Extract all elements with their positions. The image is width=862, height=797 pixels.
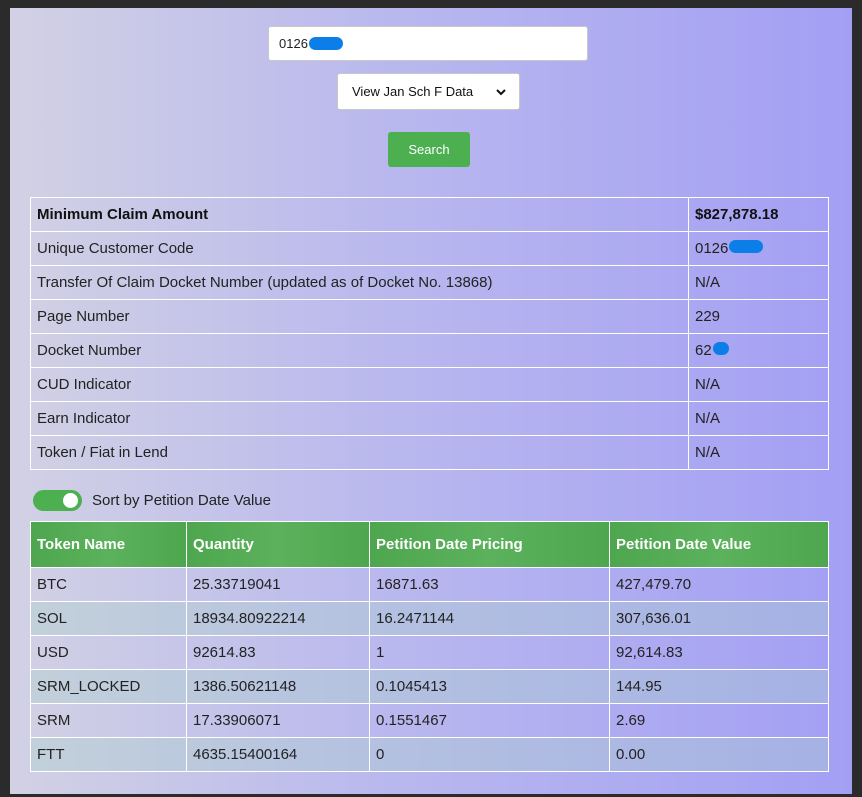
token-name-cell: SRM_LOCKED: [30, 669, 187, 704]
info-value-cell: N/A: [688, 401, 829, 436]
quantity-cell: 17.33906071: [186, 703, 370, 738]
value-cell: 92,614.83: [609, 635, 829, 670]
info-row: Unique Customer Code 0126: [30, 231, 829, 266]
info-label: Unique Customer Code: [30, 231, 689, 266]
token-name-cell: USD: [30, 635, 187, 670]
pricing-cell: 16871.63: [369, 567, 610, 602]
info-value-cell: 229: [688, 299, 829, 334]
info-value: N/A: [695, 444, 721, 461]
sort-toggle-label: Sort by Petition Date Value: [92, 492, 271, 509]
redaction-mark: [729, 240, 764, 253]
info-value-cell: 62: [688, 333, 829, 368]
value-cell: 307,636.01: [609, 601, 829, 636]
token-table-header-row: Token Name Quantity Petition Date Pricin…: [30, 521, 829, 568]
info-row: Earn Indicator N/A: [30, 401, 829, 436]
info-label: Minimum Claim Amount: [30, 197, 689, 232]
info-row: Minimum Claim Amount $827,878.18: [30, 197, 829, 232]
token-row: BTC 25.33719041 16871.63 427,479.70: [30, 567, 829, 602]
info-label: Token / Fiat in Lend: [30, 435, 689, 470]
page: 0126 View Jan Sch F Data Search Minimum …: [10, 8, 852, 794]
search-button[interactable]: Search: [388, 132, 470, 167]
toggle-knob: [63, 493, 78, 508]
info-value-cell: N/A: [688, 435, 829, 470]
value-cell: 144.95: [609, 669, 829, 704]
header-petition-date-pricing[interactable]: Petition Date Pricing: [369, 521, 610, 568]
quantity-cell: 4635.15400164: [186, 737, 370, 772]
info-value: $827,878.18: [695, 206, 779, 223]
info-label: Earn Indicator: [30, 401, 689, 436]
token-row: USD 92614.83 1 92,614.83: [30, 635, 829, 670]
dataset-select[interactable]: View Jan Sch F Data: [337, 73, 520, 110]
info-row: Transfer Of Claim Docket Number (updated…: [30, 265, 829, 300]
token-name-cell: SRM: [30, 703, 187, 738]
info-value: N/A: [695, 410, 721, 427]
header-quantity[interactable]: Quantity: [186, 521, 370, 568]
info-value-cell: N/A: [688, 265, 829, 300]
quantity-cell: 1386.50621148: [186, 669, 370, 704]
sort-toggle-switch[interactable]: [33, 490, 82, 511]
info-row: Page Number 229: [30, 299, 829, 334]
token-name-cell: BTC: [30, 567, 187, 602]
token-row: SRM_LOCKED 1386.50621148 0.1045413 144.95: [30, 669, 829, 704]
info-value-cell: N/A: [688, 367, 829, 402]
sort-toggle-row: Sort by Petition Date Value: [33, 490, 271, 511]
info-value: N/A: [695, 274, 721, 291]
info-value: 229: [695, 308, 721, 325]
header-petition-date-value[interactable]: Petition Date Value: [609, 521, 829, 568]
info-label: Transfer Of Claim Docket Number (updated…: [30, 265, 689, 300]
info-row: Token / Fiat in Lend N/A: [30, 435, 829, 470]
token-name-cell: SOL: [30, 601, 187, 636]
info-value: 0126: [695, 240, 729, 257]
header-token-name[interactable]: Token Name: [30, 521, 187, 568]
redaction-mark: [712, 342, 729, 355]
info-label: CUD Indicator: [30, 367, 689, 402]
value-cell: 2.69: [609, 703, 829, 738]
info-value-cell: $827,878.18: [688, 197, 829, 232]
search-input-value: 0126: [279, 36, 308, 51]
info-row: CUD Indicator N/A: [30, 367, 829, 402]
pricing-cell: 1: [369, 635, 610, 670]
info-row: Docket Number 62: [30, 333, 829, 368]
redaction-mark: [308, 37, 343, 50]
info-label: Docket Number: [30, 333, 689, 368]
pricing-cell: 0: [369, 737, 610, 772]
value-cell: 427,479.70: [609, 567, 829, 602]
info-value: N/A: [695, 376, 721, 393]
info-value-cell: 0126: [688, 231, 829, 266]
claim-info-table: Minimum Claim Amount $827,878.18 Unique Cu…: [30, 197, 829, 470]
info-value: 62: [695, 342, 712, 359]
pricing-cell: 0.1045413: [369, 669, 610, 704]
info-label: Page Number: [30, 299, 689, 334]
customer-code-input[interactable]: 0126: [268, 26, 588, 61]
token-name-cell: FTT: [30, 737, 187, 772]
quantity-cell: 25.33719041: [186, 567, 370, 602]
quantity-cell: 18934.80922214: [186, 601, 370, 636]
token-table: Token Name Quantity Petition Date Pricin…: [30, 521, 829, 772]
search-button-label: Search: [408, 142, 450, 157]
token-row: SRM 17.33906071 0.1551467 2.69: [30, 703, 829, 738]
pricing-cell: 0.1551467: [369, 703, 610, 738]
token-row: FTT 4635.15400164 0 0.00: [30, 737, 829, 772]
chevron-down-icon: [496, 88, 506, 95]
pricing-cell: 16.2471144: [369, 601, 610, 636]
value-cell: 0.00: [609, 737, 829, 772]
dataset-select-value: View Jan Sch F Data: [352, 84, 474, 99]
quantity-cell: 92614.83: [186, 635, 370, 670]
token-row: SOL 18934.80922214 16.2471144 307,636.01: [30, 601, 829, 636]
